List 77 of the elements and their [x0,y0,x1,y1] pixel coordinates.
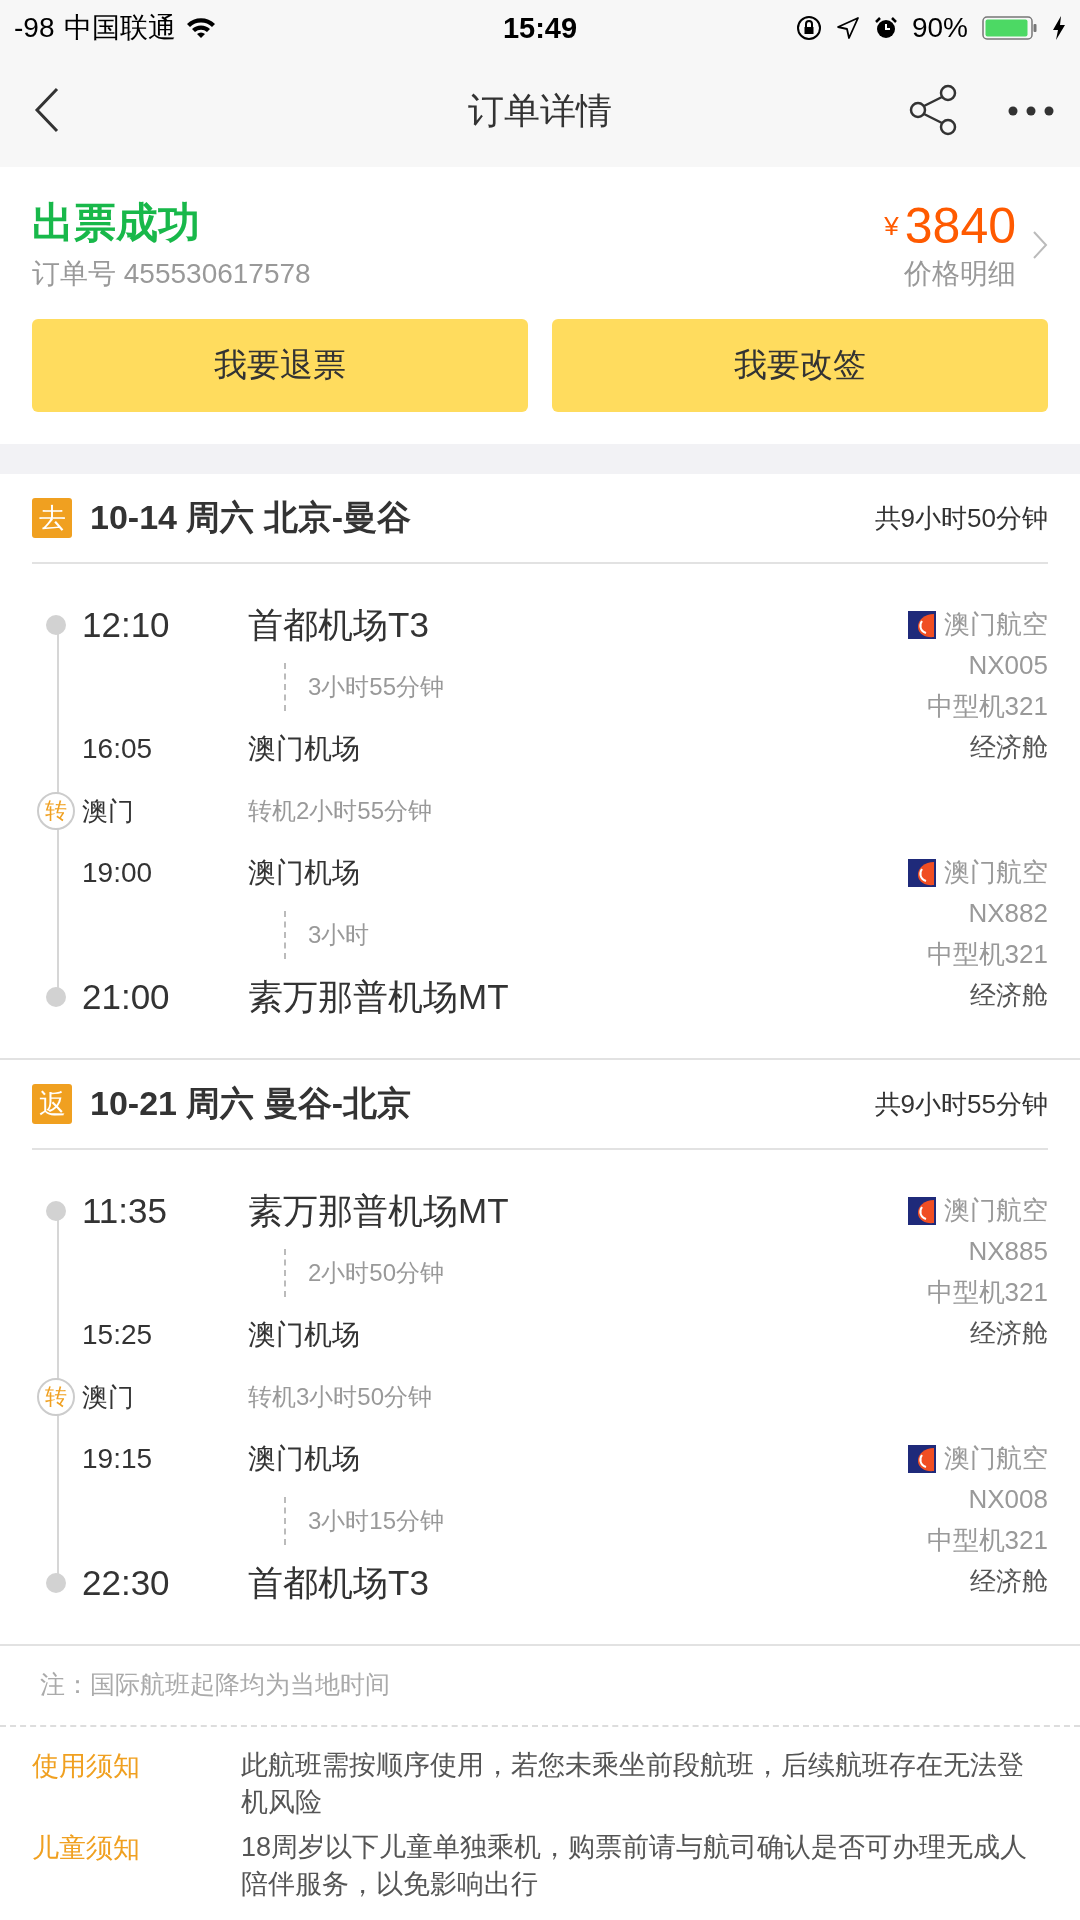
page-title: 订单详情 [468,90,612,131]
trip-direction-badge: 去 [32,498,72,538]
cabin-class: 经济舱 [970,1317,1048,1350]
clock-time: 15:49 [502,11,578,45]
transfer-badge: 转 [37,792,75,830]
flight-duration: 2小时50分钟 [284,1249,445,1297]
battery-icon [982,15,1038,41]
action-button[interactable]: 我要退票 [32,319,528,412]
arrival-airport: 首都机场T3 [248,1561,429,1604]
departure-time: 12:10 [82,605,171,645]
timeline-dot [46,1573,66,1593]
airline-logo-icon [908,1196,936,1225]
aircraft-type: 中型机321 [926,1524,1048,1557]
flight-number: NX882 [968,897,1048,930]
carrier-name: 中国联通 [64,11,177,45]
arrival-time: 15:25 [82,1319,154,1351]
aircraft-type: 中型机321 [926,690,1048,723]
flight-number: NX885 [968,1235,1048,1268]
total-duration: 共9小时50分钟 [874,501,1048,535]
cabin-class: 经济舱 [970,1565,1048,1598]
notice-text: 此航班需按顺序使用，若您未乘坐前段航班，后续航班存在无法登机风险 [241,1749,1025,1819]
flight-duration: 3小时 [284,911,370,959]
notice-text: 18周岁以下儿童单独乘机，购票前请与航司确认是否可办理无成人陪伴服务，以免影响出行 [241,1831,1029,1901]
cabin-class: 经济舱 [970,731,1048,764]
departure-airport: 首都机场T3 [248,603,429,646]
airline-logo-icon [908,858,936,887]
arrival-airport: 素万那普机场MT [248,975,509,1018]
departure-time: 19:00 [82,857,154,889]
transfer-badge: 转 [37,1378,75,1416]
rotation-lock-icon [795,15,822,41]
aircraft-type: 中型机321 [926,1276,1048,1309]
trip-title: 10-21 周六 曼谷-北京 [90,1083,413,1124]
timeline-dot [46,1201,66,1221]
departure-time: 11:35 [82,1191,168,1231]
departure-airport: 素万那普机场MT [248,1189,509,1232]
signal-strength: -98 [14,12,55,44]
arrival-airport: 澳门机场 [248,1318,360,1352]
total-duration: 共9小时55分钟 [874,1087,1048,1121]
action-button[interactable]: 我要改签 [552,319,1048,412]
airline-name: 澳门航空 [944,1442,1048,1475]
location-arrow-icon [835,16,860,40]
layover-duration: 转机2小时55分钟 [248,796,433,826]
airline-logo-icon [908,1444,936,1473]
departure-airport: 澳门机场 [248,1442,360,1476]
flight-duration: 3小时55分钟 [284,663,445,711]
arrival-time: 16:05 [82,733,154,765]
arrival-airport: 澳门机场 [248,732,360,766]
arrival-time: 22:30 [82,1563,171,1603]
transfer-city: 澳门 [82,1380,135,1414]
ticket-status: 出票成功 [32,198,200,248]
layover-duration: 转机3小时50分钟 [248,1382,433,1412]
flight-duration: 3小时15分钟 [284,1497,445,1545]
transfer-city: 澳门 [82,794,135,828]
flight-number: NX008 [968,1483,1048,1516]
departure-time: 19:15 [82,1443,154,1475]
notice-label: 使用须知 [32,1750,141,1783]
timeline-dot [46,615,66,635]
notice-label: 儿童须知 [32,1832,141,1865]
flight-number: NX005 [968,649,1048,682]
order-price: ¥3840 [884,197,1016,255]
timeline-dot [46,987,66,1007]
airline-logo-icon [908,610,936,639]
alarm-clock-icon [873,16,898,40]
charging-bolt-icon [1052,16,1066,40]
time-zone-note: 注：国际航班起降均为当地时间 [40,1670,390,1698]
battery-percentage: 90% [911,12,968,44]
order-number: 订单号 455530617578 [32,257,312,291]
trip-title: 10-14 周六 北京-曼谷 [90,497,413,538]
wifi-icon [186,17,217,39]
airline-name: 澳门航空 [944,608,1048,641]
airline-name: 澳门航空 [944,856,1048,889]
cabin-class: 经济舱 [970,979,1048,1012]
airline-name: 澳门航空 [944,1194,1048,1227]
trip-direction-badge: 返 [32,1084,72,1124]
aircraft-type: 中型机321 [926,938,1048,971]
departure-airport: 澳门机场 [248,856,360,890]
arrival-time: 21:00 [82,977,171,1017]
